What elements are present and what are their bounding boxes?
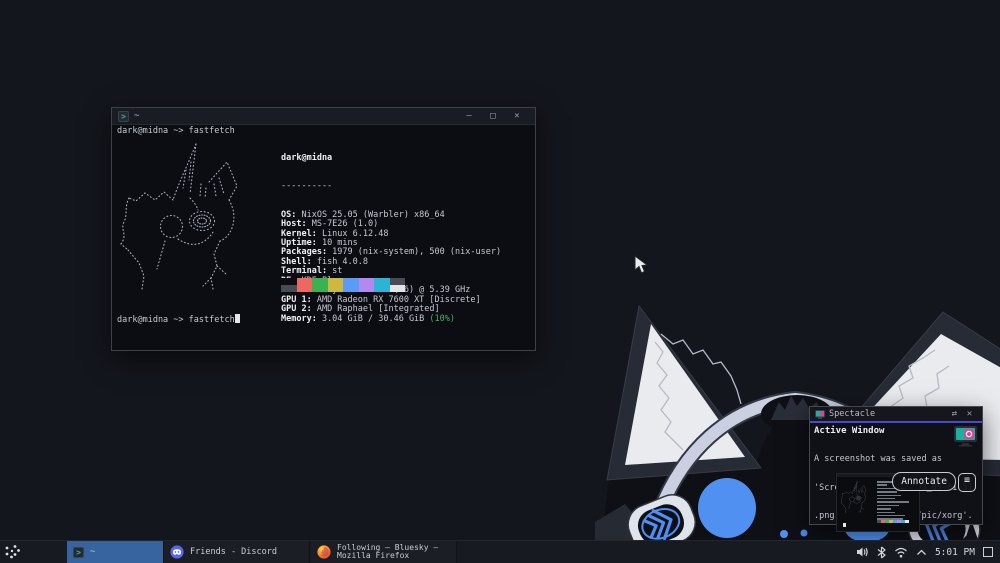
terminal-window: > ~ – □ ✕ dark@midna ~> fastfetch dark@m… bbox=[111, 107, 536, 351]
palette-row-normal bbox=[281, 278, 405, 285]
terminal-app-icon: > bbox=[118, 110, 129, 122]
thumbnail-cursor bbox=[843, 523, 846, 527]
color-palette bbox=[281, 278, 405, 292]
spectacle-titlebar[interactable]: Spectacle ⇄ ✕ bbox=[810, 407, 982, 421]
prompt-line: dark@midna ~> fastfetch bbox=[117, 126, 235, 136]
annotate-button[interactable]: Annotate bbox=[892, 472, 956, 491]
task-terminal[interactable]: > ~ bbox=[67, 541, 164, 563]
spectacle-window: Spectacle ⇄ ✕ Active Window A screenshot… bbox=[809, 406, 983, 532]
maximize-button[interactable]: □ bbox=[481, 111, 505, 121]
spectacle-titlebar-icon bbox=[815, 409, 825, 419]
spectacle-title: Spectacle bbox=[829, 409, 876, 419]
firefox-icon bbox=[317, 545, 331, 559]
creature-left-eye bbox=[698, 478, 756, 538]
notification-heading: Active Window bbox=[814, 426, 885, 436]
task-firefox[interactable]: Following — Bluesky — Mozilla Firefox bbox=[311, 541, 457, 563]
bluetooth-icon[interactable] bbox=[877, 546, 886, 559]
terminal-content[interactable]: dark@midna ~> fastfetch dark@midna -----… bbox=[112, 125, 535, 350]
minimize-button[interactable]: – bbox=[457, 111, 481, 121]
taskbar: > ~ Friends - Discord Following — Bluesk… bbox=[0, 540, 1000, 563]
task-title: Friends - Discord bbox=[190, 547, 277, 557]
close-button[interactable]: ✕ bbox=[962, 409, 977, 419]
launcher-dots-icon bbox=[5, 545, 20, 559]
fastfetch-entries: OS: NixOS 25.05 (Warbler) x86_64 Host: MS… bbox=[281, 210, 501, 324]
terminal-titlebar[interactable]: > ~ – □ ✕ bbox=[112, 108, 535, 125]
thumbnail-wolf-art bbox=[840, 481, 867, 513]
mouse-cursor bbox=[634, 255, 648, 274]
fastfetch-host-header: dark@midna bbox=[281, 152, 333, 163]
system-tray: 5:01 PM bbox=[849, 541, 1000, 563]
prompt-line-current[interactable]: dark@midna ~> fastfetch bbox=[117, 314, 241, 325]
task-title: Following — Bluesky — Mozilla Firefox bbox=[337, 543, 439, 560]
spectacle-app-icon bbox=[954, 426, 977, 447]
terminal-task-icon: > bbox=[73, 546, 84, 558]
wifi-icon[interactable] bbox=[894, 547, 908, 558]
volume-icon[interactable] bbox=[856, 546, 869, 558]
task-discord[interactable]: Friends - Discord bbox=[164, 541, 310, 563]
swap-windows-icon[interactable]: ⇄ bbox=[947, 409, 962, 419]
menu-button[interactable]: ≡ bbox=[958, 473, 976, 492]
terminal-cursor bbox=[234, 314, 241, 323]
fastfetch-entry: Memory: 3.04 GiB / 30.46 GiB (10%) bbox=[281, 313, 456, 324]
app-launcher-button[interactable] bbox=[0, 541, 26, 563]
tray-expander-chevron-up-icon[interactable] bbox=[916, 549, 927, 556]
task-title: ~ bbox=[90, 547, 96, 557]
fastfetch-info: dark@midna ---------- OS: NixOS 25.05 (W… bbox=[281, 135, 501, 343]
palette-row-bright bbox=[281, 285, 405, 292]
thumbnail-palette bbox=[877, 520, 909, 523]
fastfetch-separator: ---------- bbox=[281, 181, 333, 192]
fastfetch-ascii-wolf-art bbox=[120, 143, 238, 290]
terminal-title: ~ bbox=[134, 111, 140, 121]
close-button[interactable]: ✕ bbox=[505, 111, 529, 121]
show-desktop-peek-widget[interactable] bbox=[983, 547, 993, 557]
discord-icon bbox=[170, 545, 184, 559]
clock[interactable]: 5:01 PM bbox=[935, 547, 975, 558]
